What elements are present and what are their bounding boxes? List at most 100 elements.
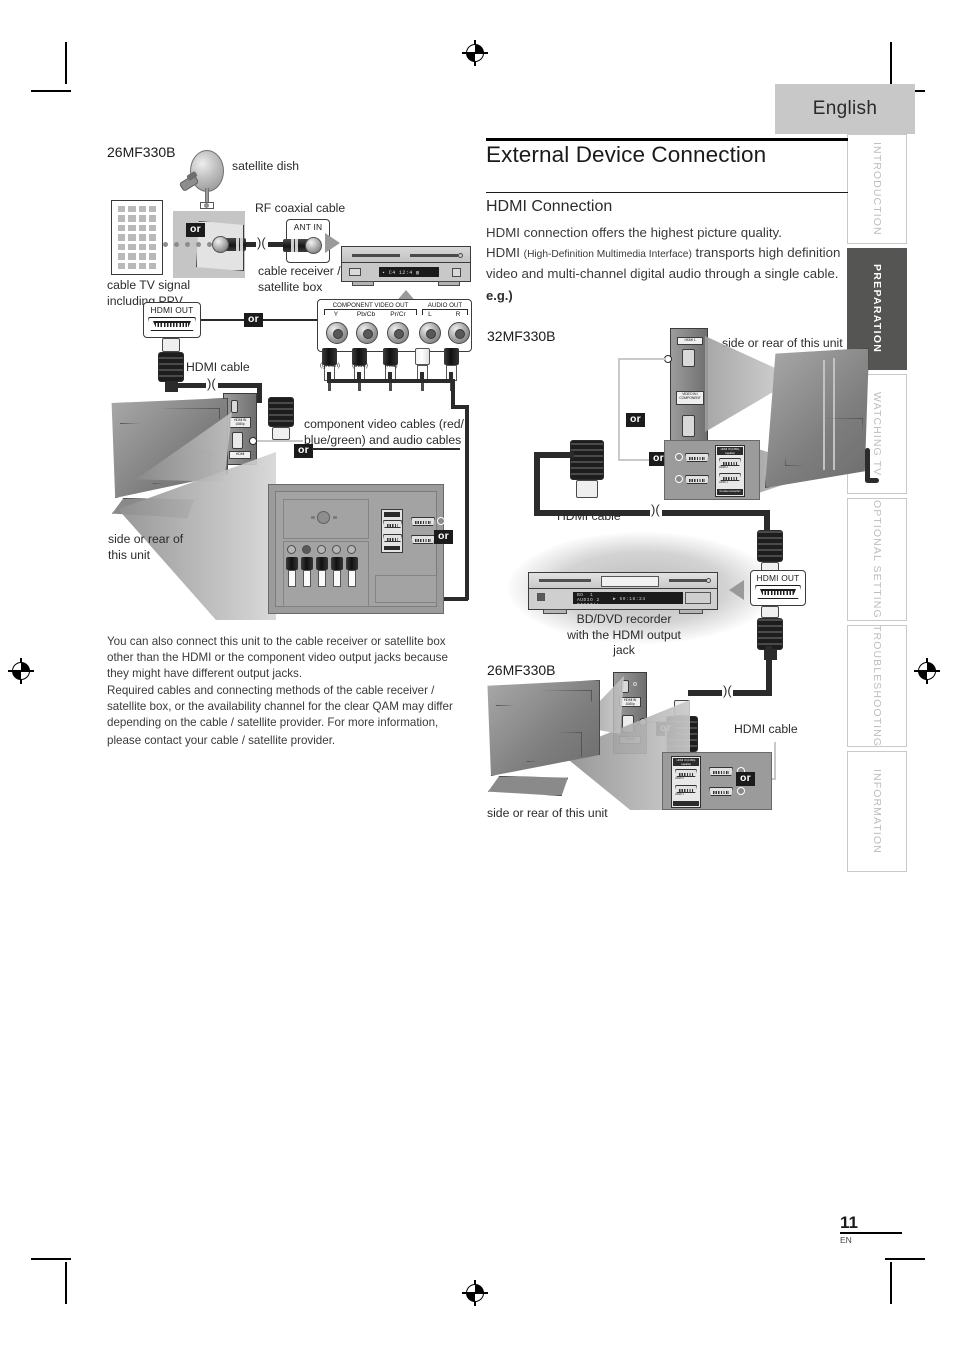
- cable-receiver-line2: satellite box: [258, 279, 323, 294]
- rear-32-callout-socket-2: [685, 475, 709, 484]
- section-body: HDMI connection offers the highest pictu…: [486, 223, 854, 284]
- crop-mark-br-v: [890, 1262, 892, 1304]
- side-panel-callout-line: [257, 440, 303, 442]
- rear-rca-plug-5: [346, 557, 358, 587]
- tv-unit-26: [484, 680, 629, 805]
- coax-ferrule-left: [212, 236, 229, 253]
- title-rule-top: [486, 138, 848, 141]
- hdmi-port-icon-recorder: [755, 585, 801, 599]
- rca-plug-audio-l: [415, 348, 430, 391]
- component-bus-top: [327, 379, 455, 383]
- hdmi-cable-label-32: HDMI cable: [557, 509, 621, 523]
- hdmi-card-footer-32: No video connection: [717, 489, 743, 495]
- tv-side-panel-magnified-32: HDMI 1 VIDEO IN / COMPONENT: [670, 328, 708, 458]
- tv-rear-panel-32: [765, 348, 869, 488]
- note-p2: Required cables and connecting methods o…: [107, 683, 453, 730]
- hdmi-card-label-1: HDMI 1: [719, 481, 728, 484]
- hdmi-out-label-recorder: HDMI OUT: [756, 573, 800, 583]
- diagram-26-model-label: 26MF330B: [487, 662, 556, 678]
- sidebar-item-label: OPTIONAL SETTING: [871, 500, 883, 619]
- side-panel-32-callout-v: [618, 358, 620, 460]
- side-panel-32-component-port[interactable]: [682, 415, 695, 437]
- coax-ferrule-ant: [305, 237, 322, 254]
- tv-rear-jack-card-32: HDMI IN (1080p capable) HDMI 2 HDMI 1 No…: [664, 440, 760, 500]
- sidebar-item-optional-setting[interactable]: OPTIONAL SETTING: [847, 498, 907, 621]
- or-line-side-left: [312, 448, 460, 450]
- rear-hdmi-socket-1[interactable]: [383, 520, 402, 528]
- hdmi-card-26-socket-1[interactable]: [675, 785, 697, 793]
- hdmi-card-26-label-2: HDMI 2: [675, 777, 684, 780]
- component-bus-down: [465, 405, 469, 600]
- component-cables-line2: blue/green) and audio cables: [304, 432, 462, 447]
- recorder-display-indicators: BD 1 AUDIO 2 DIGITAL: [577, 593, 600, 608]
- rear-32-dot-2: [675, 475, 683, 483]
- tv-rear-recess-32: [785, 418, 863, 466]
- sidebar-item-label: INTRODUCTION: [871, 142, 883, 236]
- rear-hdmi-socket-2[interactable]: [383, 534, 402, 542]
- jack-pr: [387, 322, 409, 344]
- or-badge-32-upper: or: [626, 413, 645, 427]
- cable-break-mark-32: )(: [650, 502, 661, 517]
- rear-26-dot-2: [737, 787, 745, 795]
- bd-dvd-recorder: BD 1 AUDIO 2 DIGITAL ► 59:18:24: [528, 572, 718, 614]
- hdmi-out-box-recorder: HDMI OUT: [750, 570, 806, 606]
- component-audio-out-panel: COMPONENT VIDEO OUT AUDIO OUT Y Pb/Cb Pr…: [317, 299, 472, 352]
- sidebar-item-introduction[interactable]: INTRODUCTION: [847, 134, 907, 244]
- sidebar-item-label: TROUBLESHOOTING: [871, 624, 883, 748]
- hdmi-card-26-socket-2[interactable]: [675, 769, 697, 777]
- section-title: HDMI Connection: [486, 198, 613, 215]
- hdmi-card-label-2: HDMI 2: [719, 466, 728, 469]
- tv-rear-jack-card-left: [268, 484, 445, 614]
- rear-rca-plug-1: [286, 557, 298, 587]
- tv-rear-jack-card-26: HDMI IN (1080p capable) HDMI 2 HDMI 1: [662, 752, 772, 810]
- hdmi-card-socket-2[interactable]: [719, 458, 741, 466]
- sidebar-item-troubleshooting[interactable]: TROUBLESHOOTING: [847, 625, 907, 747]
- crop-mark-bl-h: [31, 1258, 71, 1260]
- recorder-display-time: ► 59:18:24: [613, 597, 646, 602]
- ant-in-label: ANT IN: [293, 222, 323, 232]
- crop-mark-tr-v: [890, 42, 892, 84]
- jack-l: [419, 322, 441, 344]
- language-tab-label: English: [812, 98, 878, 119]
- audio-group-label: AUDIO OUT: [427, 302, 463, 309]
- crop-mark-bl-v: [65, 1262, 67, 1304]
- side-panel-32-callout-h: [618, 358, 666, 360]
- hdmi-card-title-26: HDMI IN (1080p capable): [673, 758, 699, 766]
- rear-26-callout-socket-2: [709, 787, 733, 796]
- tv-cable-tail-32-b: [865, 478, 879, 483]
- component-group-bracket: [324, 309, 417, 315]
- rear-32-callout-socket-1: [685, 453, 709, 462]
- sidebar-item-label: PREPARATION: [871, 264, 883, 354]
- side-panel-32-hdmi-port[interactable]: [682, 349, 695, 367]
- hdmi-cable-run-left-2: [218, 383, 262, 388]
- side-or-rear-label-left: side or rear of this unit: [108, 532, 183, 563]
- rca-plug-green: [322, 348, 337, 391]
- sidebar-item-label: INFORMATION: [871, 769, 883, 854]
- side-panel-32-tag-bottom: VIDEO IN / COMPONENT: [676, 391, 704, 405]
- recorder-label: BD/DVD recorder with the HDMI output jac…: [556, 612, 692, 659]
- note-p1: You can also connect this unit to the ca…: [107, 635, 448, 681]
- body-line-2-post: transports high definition: [691, 244, 841, 260]
- recorder-label-line2: with the HDMI output jack: [567, 627, 681, 658]
- or-badge-26-lower: or: [736, 772, 755, 786]
- page-number-locale: EN: [840, 1235, 852, 1246]
- body-line-2-pre: HDMI: [486, 244, 524, 260]
- jack-label-y: Y: [333, 311, 339, 318]
- jack-color-green: (green): [320, 362, 340, 369]
- registration-mark-bottom: [462, 1280, 488, 1306]
- hdmi-out-label-left: HDMI OUT: [150, 305, 194, 315]
- rf-coaxial-cable-label: RF coaxial cable: [255, 201, 346, 215]
- note-paragraph: You can also connect this unit to the ca…: [107, 634, 459, 749]
- cable-break-mark-rf: )(: [256, 235, 267, 250]
- sidebar-item-information[interactable]: INFORMATION: [847, 751, 907, 872]
- hdmi-card-socket-1[interactable]: [719, 473, 741, 481]
- component-bus-right: [451, 379, 455, 407]
- side-or-rear-line2: this unit: [108, 547, 151, 562]
- arrow-left-to-recorder: [729, 580, 744, 600]
- cable-break-mark-hdmi-left: )(: [206, 376, 217, 391]
- registration-mark-right: [914, 658, 940, 684]
- body-line-2-paren: (High-Definition Multimedia Interface): [523, 248, 692, 260]
- hdmi-cable-run-left: [172, 383, 208, 388]
- body-line-1: HDMI connection offers the highest pictu…: [486, 225, 782, 240]
- hdmi-cable-recorder-down: [766, 646, 772, 694]
